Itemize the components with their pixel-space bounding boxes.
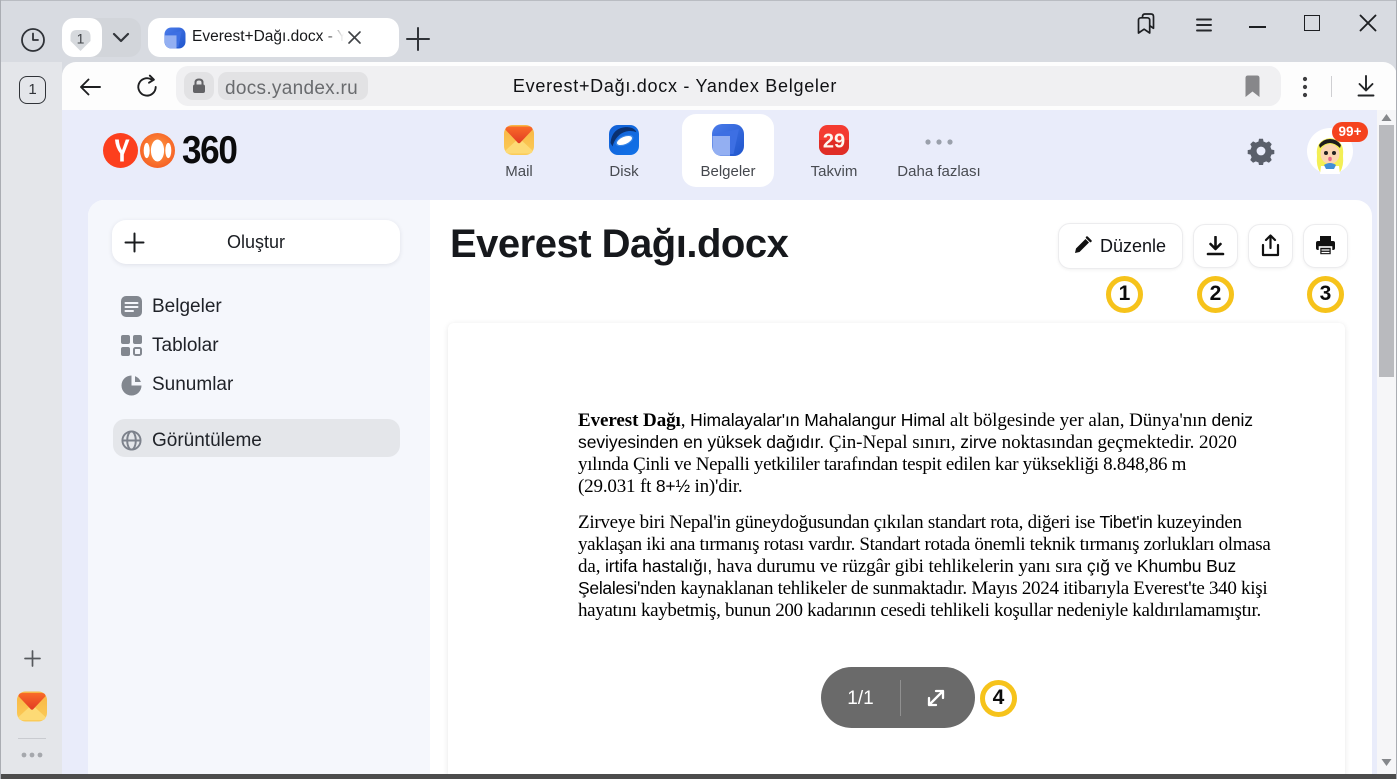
- svg-text:29: 29: [823, 131, 845, 153]
- svg-text:1: 1: [77, 31, 85, 47]
